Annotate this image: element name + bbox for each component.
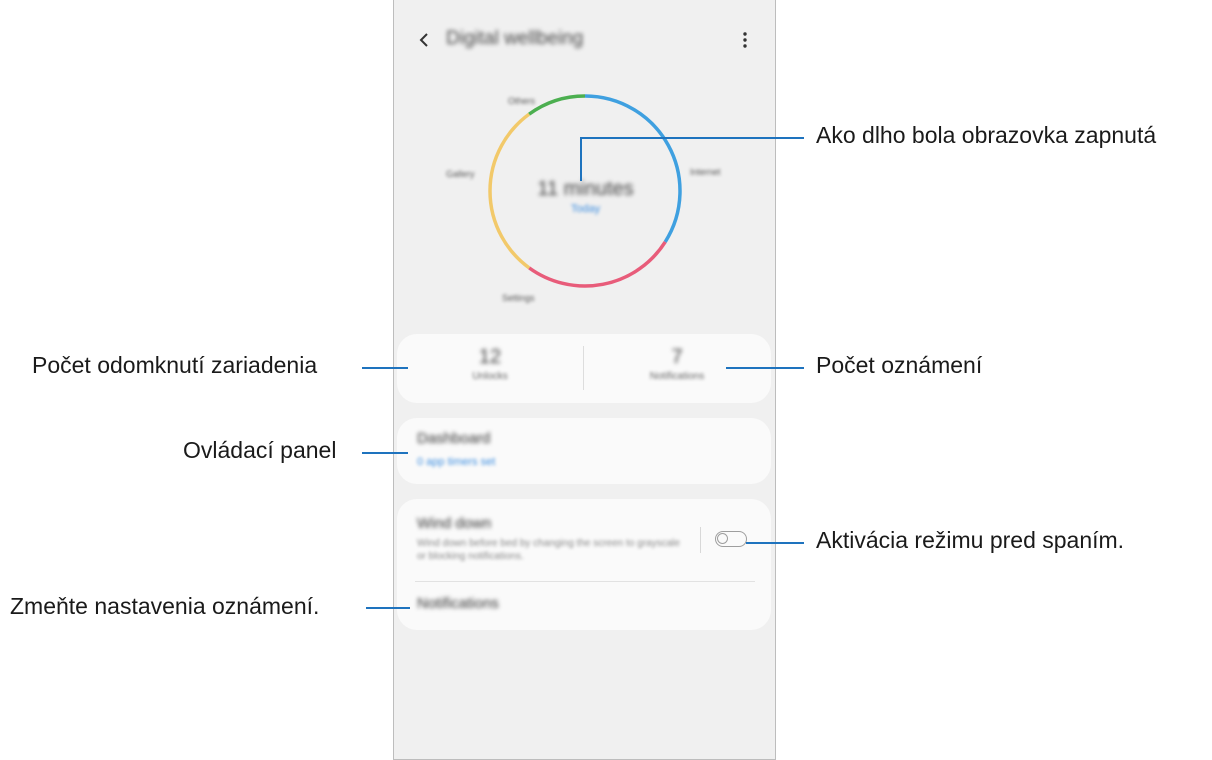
stats-card: 12 Unlocks 7 Notifications <box>397 334 771 403</box>
leader-notification-settings <box>366 607 410 609</box>
leader-wind-down <box>746 542 804 544</box>
notifications-count-label: Notifications <box>649 371 705 382</box>
unlocks-stat[interactable]: 12 Unlocks <box>397 334 583 382</box>
notifications-stat[interactable]: 7 Notifications <box>584 334 770 382</box>
ring-segment-1 <box>528 240 667 288</box>
ring-center: 11 minutes Today <box>394 178 777 215</box>
dashboard-subtitle: 0 app timers set <box>417 456 496 468</box>
callout-screen-time: Ako dlho bola obrazovka zapnutá <box>816 122 1157 148</box>
screen-time-value: 11 minutes <box>537 178 634 200</box>
wind-down-title[interactable]: Wind down <box>417 515 491 532</box>
leader-screen-time-drop <box>580 137 582 181</box>
notifications-settings-item[interactable]: Notifications <box>417 595 499 612</box>
ring-label-internet: Internet <box>690 167 721 177</box>
card-divider <box>415 581 755 582</box>
wind-down-toggle[interactable] <box>715 531 747 547</box>
app-title: Digital wellbeing <box>446 28 584 49</box>
notifications-count: 7 <box>671 346 683 368</box>
app-bar: Digital wellbeing <box>394 22 775 58</box>
dashboard-title: Dashboard <box>417 430 491 447</box>
ring-label-settings: Settings <box>502 293 535 303</box>
unlocks-count: 12 <box>478 346 502 368</box>
callout-notifications-count: Počet oznámení <box>816 352 983 378</box>
leader-notifications-count <box>726 367 804 369</box>
toggle-knob <box>717 533 728 544</box>
back-arrow-icon[interactable] <box>416 26 432 54</box>
wind-down-description: Wind down before bed by changing the scr… <box>417 538 680 562</box>
toggle-separator <box>700 527 701 553</box>
more-options-icon[interactable] <box>741 28 749 52</box>
ring-label-others: Others <box>508 96 536 106</box>
ring-segment-0 <box>584 94 682 243</box>
callout-notification-settings: Zmeňte nastavenia oznámení. <box>10 593 320 619</box>
leader-screen-time <box>580 137 804 139</box>
callout-unlocks: Počet odomknutí zariadenia <box>32 352 318 378</box>
phone-screen: Digital wellbeing Others Gallery Interne… <box>393 0 776 760</box>
unlocks-label: Unlocks <box>472 371 508 382</box>
callout-wind-down: Aktivácia režimu pred spaním. <box>816 527 1125 553</box>
wind-down-card: Wind down Wind down before bed by changi… <box>397 499 771 630</box>
screen-time-period[interactable]: Today <box>394 203 777 215</box>
dashboard-card[interactable]: Dashboard 0 app timers set <box>397 418 771 484</box>
ring-segment-3 <box>528 94 586 116</box>
callout-dashboard: Ovládací panel <box>183 437 337 463</box>
leader-dashboard <box>362 452 408 454</box>
leader-unlocks <box>362 367 408 369</box>
